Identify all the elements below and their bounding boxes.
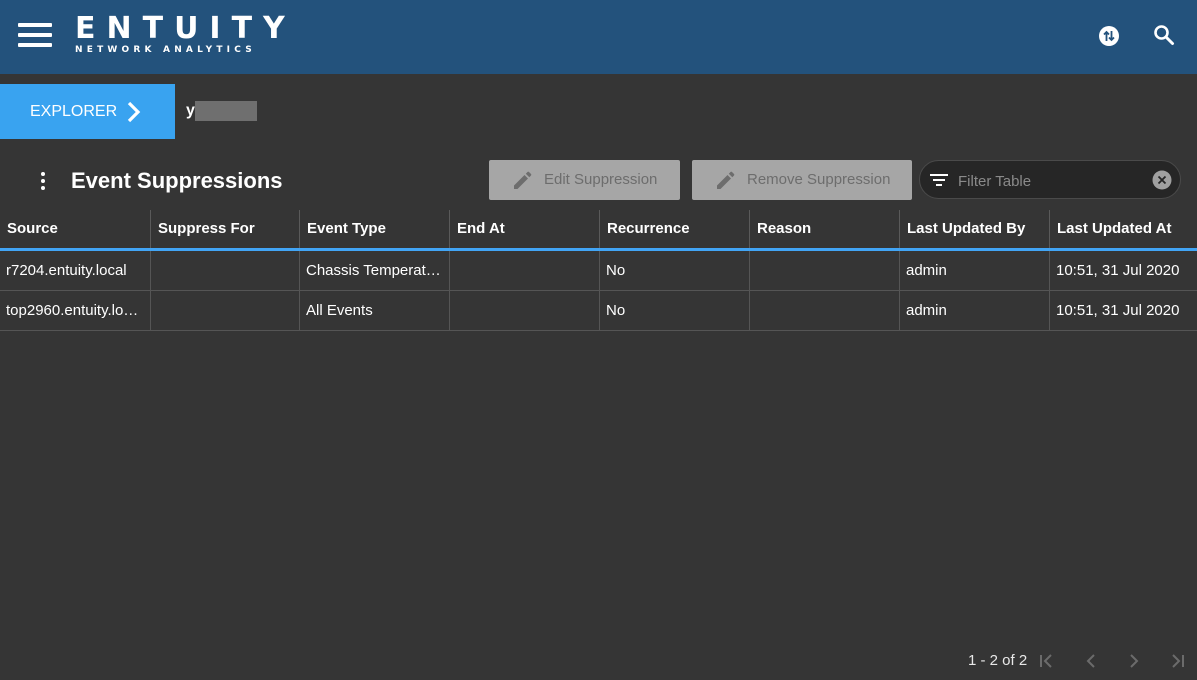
logo-sub-text: NETWORK ANALYTICS — [75, 45, 256, 55]
cell-recurrence: No — [599, 251, 749, 290]
cell-event-type: All Events — [299, 291, 449, 330]
cell-recurrence: No — [599, 291, 749, 330]
cell-last-updated-by: admin — [899, 291, 1049, 330]
table-header-row: Source Suppress For Event Type End At Re… — [0, 210, 1197, 251]
cell-last-updated-by: admin — [899, 251, 1049, 290]
first-page-icon[interactable] — [1038, 652, 1056, 670]
cell-last-updated-at: 10:51, 31 Jul 2020 — [1049, 291, 1197, 330]
entuity-logo: ENTUITY NETWORK ANALYTICS — [75, 11, 296, 56]
chevron-right-icon — [127, 101, 141, 123]
edit-suppression-label: Edit Suppression — [544, 171, 658, 188]
pencil-icon — [514, 171, 532, 189]
page-title: Event Suppressions — [71, 168, 283, 193]
column-header-suppress-for[interactable]: Suppress For — [150, 210, 299, 248]
filter-icon — [930, 174, 948, 186]
column-header-event-type[interactable]: Event Type — [299, 210, 449, 248]
cell-source: top2960.entuity.lo… — [6, 302, 139, 319]
filter-table-field — [919, 160, 1181, 199]
cell-reason — [749, 251, 899, 290]
breadcrumb-current-item[interactable]: y — [186, 101, 195, 121]
cell-reason — [749, 291, 899, 330]
column-header-recurrence[interactable]: Recurrence — [599, 210, 749, 248]
cell-event-type: Chassis Temperat… — [299, 251, 449, 290]
swap-icon[interactable] — [1098, 25, 1120, 47]
top-app-bar: ENTUITY NETWORK ANALYTICS — [0, 0, 1197, 74]
column-header-last-updated-by[interactable]: Last Updated By — [899, 210, 1049, 248]
cell-end-at — [449, 251, 599, 290]
table-row[interactable]: r7204.entuity.local Chassis Temperat… No… — [0, 251, 1197, 291]
edit-suppression-button[interactable]: Edit Suppression — [489, 160, 680, 200]
last-page-icon[interactable] — [1168, 652, 1186, 670]
remove-suppression-button[interactable]: Remove Suppression — [692, 160, 912, 200]
cell-suppress-for — [150, 291, 299, 330]
redacted-text — [195, 101, 257, 121]
explorer-button[interactable]: EXPLORER — [0, 84, 175, 139]
explorer-label: EXPLORER — [30, 103, 118, 120]
previous-page-icon[interactable] — [1082, 652, 1100, 670]
remove-suppression-label: Remove Suppression — [747, 171, 891, 188]
column-header-source[interactable]: Source — [0, 210, 150, 248]
clear-filter-icon[interactable] — [1152, 170, 1172, 190]
table-row[interactable]: top2960.entuity.lo… All Events No admin … — [0, 291, 1197, 331]
event-suppressions-table: Source Suppress For Event Type End At Re… — [0, 210, 1197, 331]
paginator-range-label: 1 - 2 of 2 — [968, 652, 1028, 669]
cell-last-updated-at: 10:51, 31 Jul 2020 — [1049, 251, 1197, 290]
column-header-last-updated-at[interactable]: Last Updated At — [1049, 210, 1197, 248]
cell-suppress-for — [150, 251, 299, 290]
menu-icon[interactable] — [18, 23, 52, 47]
next-page-icon[interactable] — [1125, 652, 1143, 670]
logo-main-text: ENTUITY — [75, 11, 296, 46]
column-header-end-at[interactable]: End At — [449, 210, 599, 248]
cell-end-at — [449, 291, 599, 330]
pencil-icon — [717, 171, 735, 189]
column-header-reason[interactable]: Reason — [749, 210, 899, 248]
search-icon[interactable] — [1153, 24, 1175, 46]
more-vert-icon[interactable] — [33, 170, 53, 192]
filter-table-input[interactable] — [956, 170, 1150, 192]
cell-source: r7204.entuity.local — [6, 262, 127, 279]
